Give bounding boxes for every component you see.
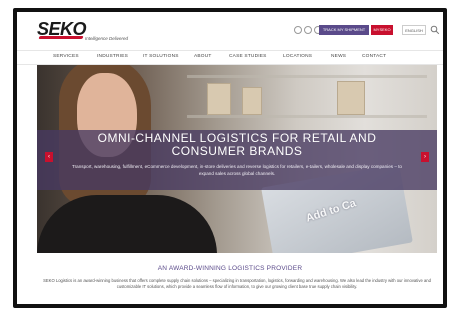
nav-locations[interactable]: LOCATIONS — [283, 54, 312, 59]
nav-services[interactable]: SERVICES — [53, 54, 79, 59]
next-slide-arrow-icon[interactable]: › — [421, 152, 429, 162]
feature-circle-icon[interactable] — [117, 306, 135, 308]
browser-frame: SEKO Intelligence Delivered TRACK MY SHI… — [13, 8, 447, 308]
shelf-box — [337, 81, 365, 115]
hero-title: OMNI-CHANNEL LOGISTICS FOR RETAIL AND CO… — [97, 131, 377, 158]
logo-tagline: Intelligence Delivered — [85, 36, 129, 41]
feature-circle-icon[interactable] — [67, 306, 85, 308]
hero-banner: Add to Ca OMNI-CHANNEL LOGISTICS FOR RET… — [37, 65, 437, 253]
shelf-box — [207, 83, 231, 115]
nav-case-studies[interactable]: CASE STUDIES — [229, 54, 267, 59]
hero-text-band: OMNI-CHANNEL LOGISTICS FOR RETAIL AND CO… — [37, 130, 437, 190]
section-body: SEKO Logistics is an award-winning busin… — [43, 278, 431, 289]
seko-logo[interactable]: SEKO Intelligence Delivered — [37, 19, 157, 47]
nav-industries[interactable]: INDUSTRIES — [97, 54, 128, 59]
twitter-icon[interactable] — [304, 26, 312, 34]
person-body — [37, 195, 217, 253]
feature-icons-row — [57, 306, 417, 308]
myseko-button[interactable]: MYSEKO — [371, 25, 393, 35]
main-nav: SERVICES INDUSTRIES IT SOLUTIONS ABOUT C… — [17, 50, 443, 65]
shelf-box — [242, 87, 262, 115]
search-icon[interactable] — [430, 25, 440, 35]
feature-circle-icon[interactable] — [357, 306, 375, 308]
prev-slide-arrow-icon[interactable]: ‹ — [45, 152, 53, 162]
social-links — [294, 26, 322, 34]
nav-about[interactable]: ABOUT — [194, 54, 212, 59]
facebook-icon[interactable] — [294, 26, 302, 34]
logo-swoosh — [38, 36, 84, 39]
nav-news[interactable]: NEWS — [331, 54, 346, 59]
language-select[interactable]: ENGLISH — [402, 25, 426, 35]
feature-circle-icon[interactable] — [167, 306, 185, 308]
shelf — [187, 115, 427, 118]
nav-it-solutions[interactable]: IT SOLUTIONS — [143, 54, 179, 59]
track-shipment-button[interactable]: TRACK MY SHIPMENT — [319, 25, 369, 35]
feature-circle-icon[interactable] — [287, 306, 305, 308]
shelf — [187, 75, 427, 78]
nav-contact[interactable]: CONTACT — [362, 54, 386, 59]
hero-subtitle: Transport, warehousing, fulfillment, eCo… — [72, 164, 402, 176]
site-header: SEKO Intelligence Delivered TRACK MY SHI… — [17, 12, 443, 50]
section-heading: AN AWARD-WINNING LOGISTICS PROVIDER — [157, 265, 303, 272]
